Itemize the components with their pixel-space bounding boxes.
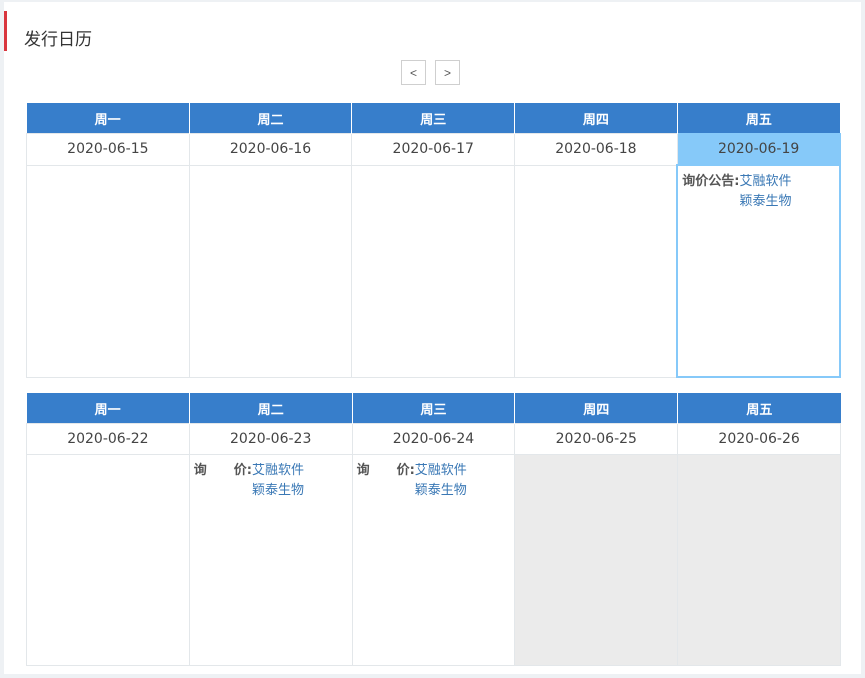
stock-link[interactable]: 颖泰生物 [415,481,467,501]
weekday-wed: 周三 [351,103,515,134]
weekday-thu: 周四 [514,103,678,134]
weekday-fri: 周五 [676,103,840,134]
weekday-wed: 周三 [351,393,515,424]
weekday-header-row: 周一 周二 周三 周四 周五 [26,103,840,134]
date-row: 2020-06-22 2020-06-23 2020-06-24 2020-06… [26,423,841,455]
event-type-label: 询价公告: [682,174,740,189]
stock-link[interactable]: 颖泰生物 [252,481,304,501]
event-type-label: 询 价: [194,461,252,501]
date-cell[interactable]: 2020-06-24 [351,423,516,455]
date-row: 2020-06-15 2020-06-16 2020-06-17 2020-06… [26,133,841,166]
weekday-tue: 周二 [188,393,353,424]
day-events-cell-selected: 询价公告: 艾融软件 颖泰生物 [676,164,841,378]
date-cell-selected[interactable]: 2020-06-19 [676,133,841,166]
stock-link[interactable]: 艾融软件 [739,172,791,192]
event-entry: 询 价: 艾融软件 颖泰生物 [357,461,511,501]
day-events-cell [514,164,678,378]
date-cell[interactable]: 2020-06-26 [677,423,841,455]
prev-week-button[interactable]: < [401,60,426,85]
date-cell[interactable]: 2020-06-25 [514,423,679,455]
event-links: 艾融软件 颖泰生物 [739,172,791,212]
event-type-label-part: 价: [233,463,252,478]
event-type-label-part: 询 [356,463,370,478]
event-type-label-part: 价: [396,463,415,478]
events-row: 询价公告: 艾融软件 颖泰生物 [26,164,841,378]
day-events-cell [26,454,190,666]
day-events-cell: 询 价: 艾融软件 颖泰生物 [188,454,353,666]
calendar-week-1: 周一 周二 周三 周四 周五 2020-06-15 2020-06-16 202… [26,103,841,378]
event-links: 艾融软件 颖泰生物 [415,461,467,501]
date-cell[interactable]: 2020-06-22 [26,423,190,455]
stock-link[interactable]: 艾融软件 [252,461,304,481]
event-entry: 询价公告: 艾融软件 颖泰生物 [682,172,835,212]
next-week-button[interactable]: > [435,60,460,85]
event-type-label-part: 询 [193,463,207,478]
day-events-cell [188,164,353,378]
issuance-calendar-panel: 发行日历 < > 周一 周二 周三 周四 周五 2020-06-15 2020-… [4,2,861,674]
date-cell[interactable]: 2020-06-15 [26,133,190,166]
day-events-cell-inactive [514,454,679,666]
weekday-thu: 周四 [514,393,678,424]
page-title: 发行日历 [24,30,92,50]
weekday-tue: 周二 [188,103,352,134]
event-links: 艾融软件 颖泰生物 [252,461,304,501]
weekday-mon: 周一 [26,103,190,134]
date-cell[interactable]: 2020-06-16 [188,133,353,166]
events-row: 询 价: 艾融软件 颖泰生物 询 价: 艾融软件 颖泰生物 [26,454,841,666]
stock-link[interactable]: 艾融软件 [415,461,467,481]
event-type-label: 询 价: [357,461,415,501]
day-events-cell [26,164,190,378]
date-cell[interactable]: 2020-06-17 [351,133,516,166]
day-events-cell: 询 价: 艾融软件 颖泰生物 [351,454,516,666]
weekday-fri: 周五 [677,393,841,424]
event-entry: 询 价: 艾融软件 颖泰生物 [194,461,348,501]
stock-link[interactable]: 颖泰生物 [739,192,791,212]
weekday-mon: 周一 [26,393,190,424]
day-events-cell [351,164,516,378]
day-events-cell-inactive [677,454,841,666]
title-bar: 发行日历 [4,11,307,51]
calendar-week-2: 周一 周二 周三 周四 周五 2020-06-22 2020-06-23 202… [26,393,841,666]
weekday-header-row: 周一 周二 周三 周四 周五 [26,393,841,424]
date-cell[interactable]: 2020-06-18 [514,133,678,166]
date-cell[interactable]: 2020-06-23 [188,423,353,455]
